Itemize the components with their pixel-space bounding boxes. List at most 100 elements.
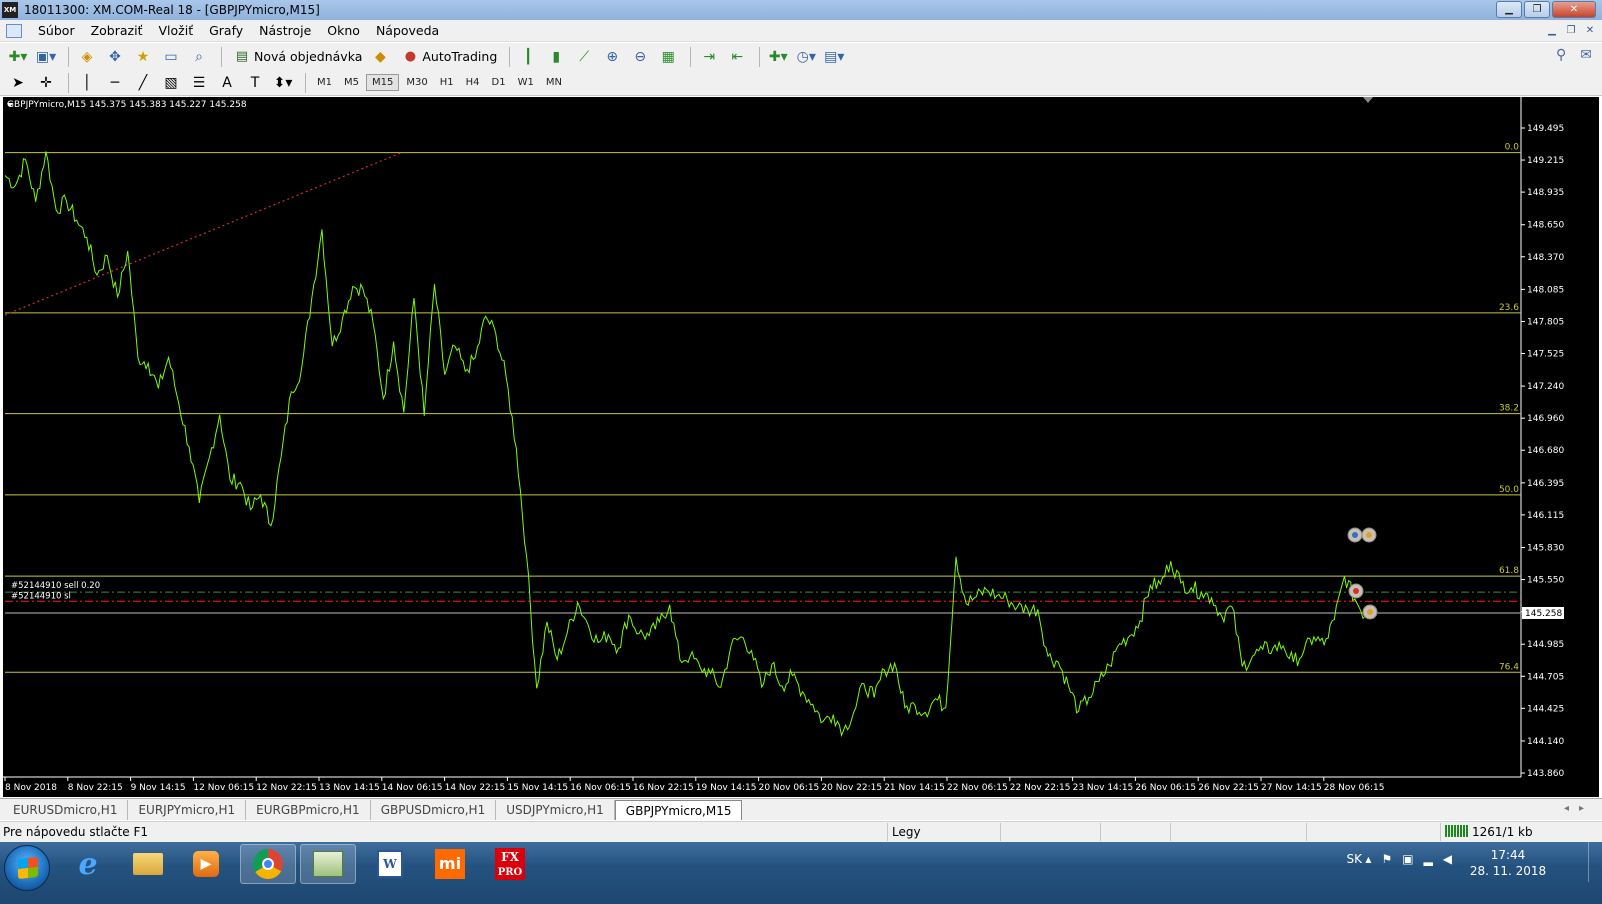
- timeframe-w1-button[interactable]: W1: [513, 75, 539, 90]
- indicators-icon[interactable]: ✚▾: [766, 46, 790, 68]
- templates-icon[interactable]: ▤▾: [822, 46, 846, 68]
- mi-app-icon[interactable]: mi: [422, 844, 478, 884]
- document-icon[interactable]: [6, 23, 22, 38]
- x-tick-label: 23 Nov 14:15: [1073, 783, 1134, 793]
- arrows-icon[interactable]: ⬍▾: [271, 72, 295, 94]
- fibonacci-level-label: 23.6: [1499, 303, 1519, 313]
- periods-icon[interactable]: ◷▾: [794, 46, 818, 68]
- x-tick-label: 12 Nov 22:15: [256, 783, 317, 793]
- tray-icons[interactable]: ▴⚑▣▂◀: [1365, 852, 1462, 866]
- autotrading-button[interactable]: ● AutoTrading: [396, 46, 503, 68]
- menu-insert[interactable]: Vložiť: [150, 23, 201, 38]
- text-label-icon[interactable]: T: [243, 72, 267, 94]
- chart-shift-icon[interactable]: ⇤: [725, 46, 749, 68]
- tile-windows-icon[interactable]: ▦: [656, 46, 680, 68]
- tab-eurusd[interactable]: EURUSDmicro,H1: [3, 800, 129, 820]
- language-indicator[interactable]: SK: [1347, 852, 1363, 866]
- trendline-icon[interactable]: ╱: [131, 72, 155, 94]
- candlestick-icon[interactable]: ▮: [544, 46, 568, 68]
- y-tick-label: 149.495: [1527, 124, 1564, 134]
- price-line-series: [4, 151, 1366, 738]
- menu-view[interactable]: Zobraziť: [83, 23, 151, 38]
- price-chart[interactable]: 149.495 149.215 148.935 148.650 148.370 148.0…: [3, 97, 1599, 797]
- current-price-label: 145.258: [1525, 609, 1562, 619]
- menu-help[interactable]: Nápoveda: [368, 23, 447, 38]
- tab-gbpjpy[interactable]: GBPJPYmicro,M15: [614, 800, 743, 820]
- help-hint: Pre nápovedu stlačte F1: [3, 825, 149, 839]
- timeframe-h1-button[interactable]: H1: [435, 75, 459, 90]
- fxpro-icon[interactable]: FX PRO: [482, 844, 538, 884]
- chrome-icon[interactable]: [240, 844, 296, 884]
- menu-charts[interactable]: Grafy: [201, 23, 251, 38]
- new-chart-icon[interactable]: ✚▾: [6, 46, 30, 68]
- chart-canvas[interactable]: 149.495 149.215 148.935 148.650 148.370 148.0…: [3, 97, 1599, 797]
- horizontal-line-icon[interactable]: ─: [103, 72, 127, 94]
- vertical-line-icon[interactable]: │: [75, 72, 99, 94]
- timeframe-mn-button[interactable]: MN: [541, 75, 567, 90]
- x-tick-label: 13 Nov 14:15: [319, 783, 380, 793]
- navigator-folder-icon[interactable]: ★: [131, 46, 155, 68]
- menu-tools[interactable]: Nástroje: [251, 23, 319, 38]
- terminal-icon[interactable]: ▭: [159, 46, 183, 68]
- tab-gbpusd[interactable]: GBPUSDmicro,H1: [371, 800, 497, 820]
- minimize-button[interactable]: ▁: [1496, 1, 1522, 18]
- clock[interactable]: 17:44 28. 11. 2018: [1468, 847, 1548, 879]
- text-icon[interactable]: A: [215, 72, 239, 94]
- auto-scroll-icon[interactable]: ⇥: [697, 46, 721, 68]
- tab-scroll-arrows[interactable]: ◂▸: [1564, 803, 1594, 814]
- metatrader-icon[interactable]: [300, 844, 356, 884]
- zoom-out-icon[interactable]: ⊖: [628, 46, 652, 68]
- internet-explorer-icon[interactable]: e: [60, 844, 116, 884]
- x-tick-label: 8 Nov 2018: [5, 783, 57, 793]
- y-tick-label: 143.860: [1527, 769, 1564, 779]
- menu-file[interactable]: Súbor: [30, 23, 83, 38]
- chat-icon[interactable]: ✉: [1580, 47, 1592, 63]
- mi-app-text: mi: [435, 849, 465, 879]
- tab-usdjpy[interactable]: USDJPYmicro,H1: [496, 800, 615, 820]
- fibonacci-icon[interactable]: ☰: [187, 72, 211, 94]
- connection-cell[interactable]: 1261/1 kb: [1440, 823, 1590, 841]
- equidistant-channel-icon[interactable]: ▧: [159, 72, 183, 94]
- timeframe-m1-button[interactable]: M1: [312, 75, 337, 90]
- bar-chart-icon[interactable]: ┃: [516, 46, 540, 68]
- toolbar-right: ⚲ ✉: [1556, 47, 1592, 63]
- tab-eurjpy[interactable]: EURJPYmicro,H1: [128, 800, 247, 820]
- y-tick-label: 147.805: [1527, 317, 1564, 327]
- new-order-button[interactable]: ▤ Nová objednávka: [228, 46, 368, 68]
- x-tick-label: 19 Nov 14:15: [696, 783, 757, 793]
- profiles-icon[interactable]: ▣▾: [34, 46, 58, 68]
- maximize-button[interactable]: ❐: [1524, 1, 1550, 18]
- timeframe-m15-button[interactable]: M15: [366, 74, 400, 91]
- child-minimize-icon[interactable]: ▁: [1544, 23, 1560, 38]
- x-tick-label: 9 Nov 14:15: [131, 783, 186, 793]
- close-button[interactable]: ✕: [1552, 1, 1596, 18]
- x-tick-label: 8 Nov 22:15: [68, 783, 123, 793]
- start-button[interactable]: [4, 845, 50, 891]
- trade-marker-dot: [1367, 609, 1373, 615]
- timeframe-m30-button[interactable]: M30: [401, 75, 432, 90]
- strategy-tester-icon[interactable]: ⌕: [187, 46, 211, 68]
- autotrading-label: AutoTrading: [422, 49, 498, 64]
- child-close-icon[interactable]: ✕: [1582, 23, 1598, 38]
- market-watch-icon[interactable]: ◈: [75, 46, 99, 68]
- word-icon[interactable]: W: [362, 844, 418, 884]
- file-explorer-icon[interactable]: [120, 844, 176, 884]
- metaeditor-icon[interactable]: ◆: [368, 46, 392, 68]
- show-desktop-button[interactable]: [1588, 842, 1602, 882]
- media-player-icon[interactable]: ▶: [178, 844, 234, 884]
- toolbar-separator: [68, 72, 69, 93]
- timeframe-d1-button[interactable]: D1: [487, 75, 511, 90]
- y-tick-label: 146.960: [1527, 414, 1564, 424]
- drawing-toolbar: ➤ ✛ │ ─ ╱ ▧ ☰ A T ⬍▾ M1 M5 M15 M30 H1 H4…: [0, 70, 1602, 96]
- menu-window[interactable]: Okno: [319, 23, 368, 38]
- child-restore-icon[interactable]: ❐: [1563, 23, 1579, 38]
- search-icon[interactable]: ⚲: [1556, 47, 1566, 63]
- navigator-icon[interactable]: ✥: [103, 46, 127, 68]
- timeframe-h4-button[interactable]: H4: [461, 75, 485, 90]
- timeframe-m5-button[interactable]: M5: [339, 75, 364, 90]
- cursor-icon[interactable]: ➤: [6, 72, 30, 94]
- line-chart-icon[interactable]: ⟋: [572, 46, 596, 68]
- zoom-in-icon[interactable]: ⊕: [600, 46, 624, 68]
- tab-eurgbp[interactable]: EURGBPmicro,H1: [246, 800, 371, 820]
- crosshair-icon[interactable]: ✛: [34, 72, 58, 94]
